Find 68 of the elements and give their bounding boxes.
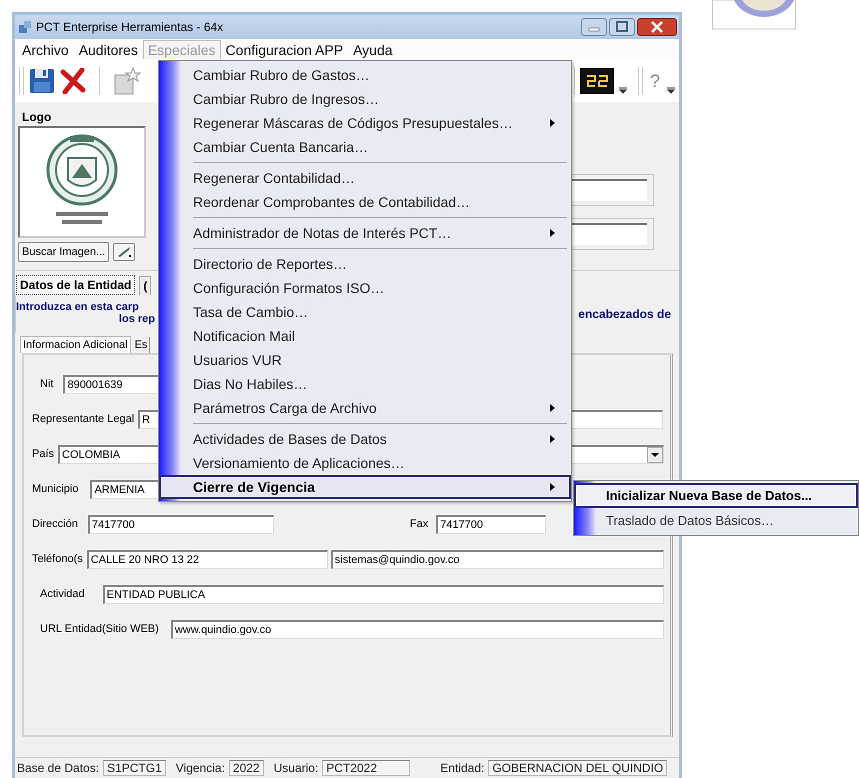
field-label: Representante Legal — [32, 413, 134, 425]
minimize-icon[interactable] — [581, 18, 607, 36]
input-field[interactable]: sistemas@quindio.gov.co — [330, 550, 664, 568]
save-icon[interactable] — [29, 68, 55, 94]
menu-item[interactable]: Versionamiento de Aplicaciones… — [161, 451, 569, 475]
status-value: 2022 — [228, 760, 264, 776]
menu-item[interactable]: Cambiar Cuenta Bancaria… — [161, 135, 569, 159]
menu-item[interactable]: Regenerar Máscaras de Códigos Presupuestales… — [161, 111, 569, 135]
input-field[interactable]: 7417700 — [436, 514, 546, 534]
new-document-icon[interactable] — [113, 67, 141, 95]
field-label: Municipio — [32, 483, 78, 495]
field-label: País — [32, 448, 54, 460]
menu-item[interactable]: Archivo — [17, 40, 74, 60]
help-button[interactable]: ? — [648, 70, 662, 92]
menu-item[interactable]: Regenerar Contabilidad… — [161, 166, 569, 190]
menu-item[interactable]: Tasa de Cambio… — [161, 300, 569, 324]
status-value: S1PCTG1 — [103, 760, 166, 776]
field-label: Teléfono(s — [32, 553, 83, 565]
menu-item[interactable]: Cambiar Rubro de Ingresos… — [161, 87, 569, 111]
status-label: Base de Datos: — [17, 761, 100, 775]
dropdown-caret-icon[interactable] — [667, 86, 675, 94]
field-label: URL Entidad(Sitio WEB) — [40, 623, 159, 635]
status-value: GOBERNACION DEL QUINDIO — [488, 760, 668, 776]
instruction-text: Introduzca en esta carp — [16, 301, 140, 313]
status-label: Vigencia: — [176, 761, 225, 775]
menu-item[interactable]: Reordenar Comprobantes de Contabilidad… — [161, 190, 569, 214]
menu-item[interactable]: Configuracion APP — [220, 40, 348, 60]
brush-icon — [117, 246, 132, 258]
brush-button[interactable] — [113, 243, 136, 261]
menu-item[interactable]: Traslado de Datos Básicos… — [576, 508, 856, 533]
menu-item[interactable]: Notificacion Mail — [161, 324, 569, 348]
module-icon[interactable] — [580, 68, 614, 94]
app-icon — [18, 20, 32, 34]
groupbox-title: Logo — [21, 110, 52, 124]
status-label: Entidad: — [440, 761, 484, 775]
menu-item[interactable]: Administrador de Notas de Interés PCT… — [161, 221, 569, 245]
window-title: PCT Enterprise Herramientas - 64x — [36, 20, 224, 34]
menu-item[interactable]: Directorio de Reportes… — [161, 252, 569, 276]
input-field[interactable]: 7417700 — [88, 514, 274, 534]
menu-item[interactable]: Cambiar Rubro de Gastos… — [161, 63, 569, 87]
tab[interactable]: Datos de la Entidad — [16, 275, 136, 295]
menu-item[interactable]: Configuración Formatos ISO… — [161, 276, 569, 300]
field-label: Nit — [40, 378, 54, 390]
field-label: Dirección — [32, 518, 78, 530]
tab[interactable]: ( — [139, 276, 152, 295]
menu-item[interactable]: Auditores — [74, 40, 143, 60]
dropdown-caret-icon[interactable] — [618, 86, 627, 94]
menu-item[interactable]: Usuarios VUR — [161, 348, 569, 372]
input-field[interactable]: ENTIDAD PUBLICA — [102, 584, 664, 604]
menu-item[interactable]: Ayuda — [348, 40, 398, 60]
instruction-text: encabezados de — [578, 306, 671, 323]
delete-icon[interactable] — [60, 68, 86, 94]
tab[interactable]: Informacion Adicional — [20, 336, 131, 353]
field-label: Fax — [410, 518, 428, 530]
menu-item[interactable]: Cierre de Vigencia — [159, 475, 571, 499]
field-label: Actividad — [40, 588, 85, 600]
status-label: Usuario: — [274, 761, 318, 775]
input-field[interactable]: www.quindio.gov.co — [170, 620, 664, 638]
status-value: PCT2022 — [322, 760, 410, 776]
menu-item[interactable]: Actividades de Bases de Datos — [161, 427, 569, 451]
menu-item[interactable]: Parámetros Carga de Archivo — [161, 396, 569, 420]
browse-button[interactable]: Buscar Imagen... — [18, 242, 110, 262]
menu-item[interactable]: Inicializar Nueva Base de Datos... — [574, 483, 858, 508]
close-icon[interactable] — [637, 18, 677, 36]
tab[interactable]: Es — [132, 337, 150, 353]
input-field[interactable]: CALLE 20 NRO 13 22 — [86, 550, 328, 568]
instruction-text: los rep — [118, 313, 155, 325]
maximize-icon[interactable] — [609, 18, 635, 36]
